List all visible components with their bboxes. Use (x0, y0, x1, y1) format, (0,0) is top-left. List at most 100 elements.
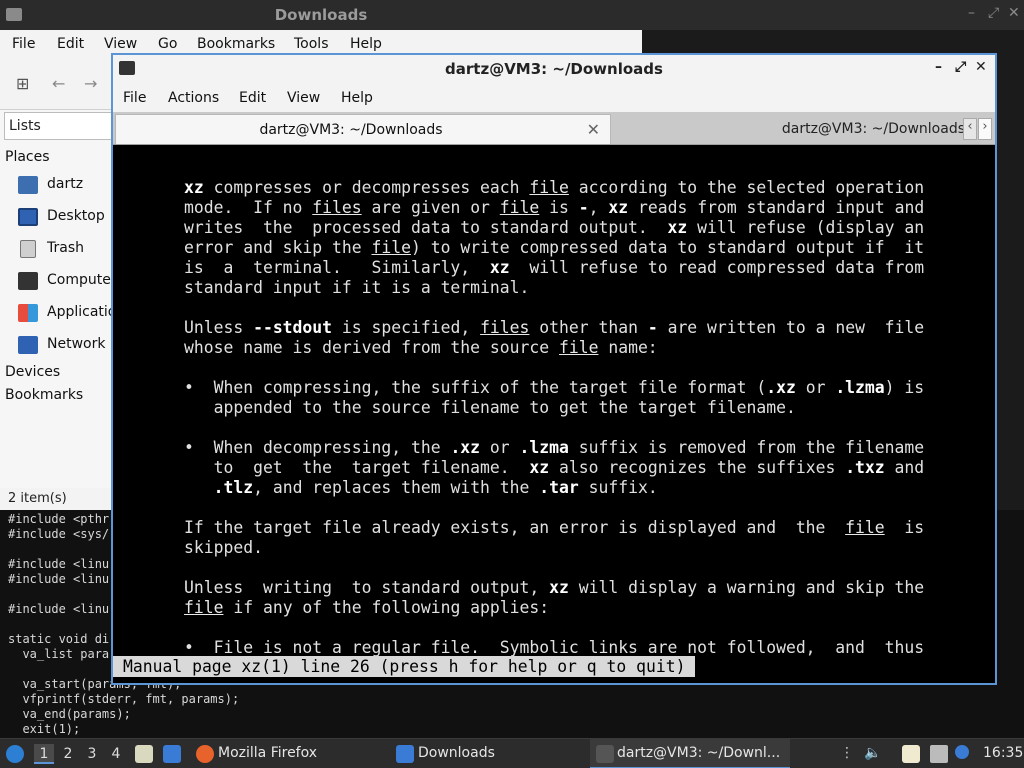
sidebar-item-computer[interactable]: Computer (18, 270, 118, 294)
menu-file[interactable]: File (123, 90, 146, 106)
computer-icon (18, 272, 38, 290)
taskbar: 1 2 3 4 Mozilla Firefox Downloads dartz@… (0, 738, 1024, 768)
man-line: Unless writing to standard output, xz wi… (184, 578, 925, 597)
menu-bookmarks[interactable]: Bookmarks (197, 36, 275, 52)
code-line: va_list para (8, 647, 110, 661)
menu-help[interactable]: Help (341, 90, 373, 106)
man-line: writes the processed data to standard ou… (184, 218, 925, 237)
menu-help[interactable]: Help (350, 36, 382, 52)
man-line: mode. If no files are given or file is -… (184, 198, 925, 217)
close-icon[interactable]: ✕ (1008, 5, 1020, 21)
man-line: error and skip the file) to write compre… (184, 238, 925, 257)
file-manager-title: Downloads (274, 6, 368, 24)
task-label: dartz@VM3: ~/Downl... (617, 745, 781, 761)
man-line: appended to the source filename to get t… (184, 398, 796, 417)
tab-close-icon[interactable]: ✕ (587, 120, 600, 139)
applications-icon (18, 304, 38, 322)
man-line: Unless --stdout is specified, files othe… (184, 318, 925, 337)
clipboard-icon[interactable] (902, 745, 920, 763)
sidebar-item-trash[interactable]: Trash (18, 238, 118, 262)
sidebar-item-label: dartz (47, 176, 84, 192)
task-label: Mozilla Firefox (218, 745, 318, 761)
tab-downloads-1[interactable]: dartz@VM3: ~/Downloads ✕ (115, 114, 611, 144)
code-line: vfprintf(stderr, fmt, params); (8, 692, 240, 706)
ellipsis-menu-icon[interactable]: ⋮ (840, 745, 854, 761)
sidebar-mode-label: Lists (9, 118, 41, 134)
terminal-titlebar[interactable]: dartz@VM3: ~/Downloads – ⤢ ✕ (113, 55, 995, 82)
menu-tools[interactable]: Tools (294, 36, 329, 52)
sidebar-item-label: Network (47, 336, 106, 352)
menu-actions[interactable]: Actions (168, 90, 219, 106)
chevron-left-icon[interactable]: ‹ (963, 118, 977, 140)
network-status-icon[interactable] (930, 745, 948, 763)
close-icon[interactable]: ✕ (975, 59, 987, 75)
file-manager-sidebar: Lists Places dartz Desktop Trash Compute… (0, 110, 133, 510)
file-manager-launcher-icon[interactable] (135, 745, 153, 763)
home-folder-icon (18, 176, 38, 194)
man-line: If the target file already exists, an er… (184, 518, 925, 537)
terminal-title: dartz@VM3: ~/Downloads (445, 60, 663, 78)
places-heading: Places (5, 149, 50, 165)
menu-edit[interactable]: Edit (57, 36, 84, 52)
code-line: #include <pthr (8, 512, 110, 526)
man-line: is a terminal. Similarly, xz will refuse… (184, 258, 925, 277)
desktop-launcher-icon[interactable] (163, 745, 181, 763)
man-line: • File is not a regular file. Symbolic l… (184, 638, 925, 657)
tab-scroll-buttons: ‹ › (963, 114, 993, 142)
network-icon (18, 336, 38, 354)
menu-view[interactable]: View (287, 90, 320, 106)
tab-label: dartz@VM3: ~/Downloads (781, 121, 965, 137)
workspace-2[interactable]: 2 (58, 744, 78, 764)
man-line: xz compresses or decompresses each file … (184, 178, 925, 197)
code-line: va_end(params); (8, 707, 131, 721)
man-line: file if any of the following applies: (184, 598, 550, 617)
task-terminal[interactable]: dartz@VM3: ~/Downl... (590, 739, 790, 768)
man-line: to get the target filename. xz also reco… (184, 458, 925, 477)
file-manager-titlebar[interactable]: Downloads – ⤢ ✕ (0, 0, 1024, 30)
menu-file[interactable]: File (12, 36, 35, 52)
sidebar-item-label: Trash (47, 240, 84, 256)
maximize-icon[interactable]: ⤢ (988, 5, 999, 21)
menu-view[interactable]: View (104, 36, 137, 52)
task-downloads[interactable]: Downloads (392, 739, 582, 768)
man-line: standard input if it is a terminal. (184, 278, 530, 297)
new-tab-icon[interactable]: ⊞ (16, 74, 29, 93)
man-line: skipped. (184, 538, 263, 557)
terminal-tabbar: dartz@VM3: ~/Downloads ✕ dartz@VM3: ~/Do… (113, 112, 995, 145)
workspace-3[interactable]: 3 (82, 744, 102, 764)
sidebar-item-desktop[interactable]: Desktop (18, 206, 118, 230)
bookmarks-heading[interactable]: Bookmarks (5, 387, 83, 403)
sidebar-mode-select[interactable]: Lists (4, 112, 112, 140)
minimize-icon[interactable]: – (968, 5, 975, 21)
sidebar-item-applications[interactable]: Applications (18, 302, 133, 326)
task-label: Downloads (418, 745, 495, 761)
task-firefox[interactable]: Mozilla Firefox (192, 739, 382, 768)
app-menu-icon[interactable] (6, 745, 24, 763)
file-manager-statusbar: 2 item(s) (0, 488, 112, 510)
maximize-icon[interactable]: ⤢ (955, 59, 966, 75)
menu-edit[interactable]: Edit (239, 90, 266, 106)
sidebar-item-dartz[interactable]: dartz (18, 174, 118, 198)
sidebar-item-label: Computer (47, 272, 117, 288)
workspace-1[interactable]: 1 (34, 744, 54, 764)
desktop-icon (18, 208, 38, 226)
workspace-4[interactable]: 4 (106, 744, 126, 764)
volume-icon[interactable]: 🔈 (864, 745, 881, 761)
back-icon[interactable]: ← (52, 74, 65, 93)
chevron-right-icon[interactable]: › (978, 118, 992, 140)
code-line: static void di (8, 632, 110, 646)
man-line: .tlz, and replaces them with the .tar su… (213, 478, 658, 497)
clock[interactable]: 16:35 (983, 745, 1023, 761)
forward-icon[interactable]: → (84, 74, 97, 93)
terminal-output[interactable]: xz compresses or decompresses each file … (113, 146, 995, 683)
devices-heading[interactable]: Devices (5, 364, 60, 380)
terminal-icon (596, 745, 614, 763)
sidebar-item-network[interactable]: Network (18, 334, 118, 358)
firefox-icon (196, 745, 214, 763)
update-notifier-icon[interactable] (955, 745, 969, 759)
tab-label: dartz@VM3: ~/Downloads (259, 122, 443, 138)
folder-icon (396, 745, 414, 763)
minimize-icon[interactable]: – (935, 59, 942, 75)
menu-go[interactable]: Go (158, 36, 177, 52)
tab-downloads-2[interactable]: dartz@VM3: ~/Downloads (613, 114, 965, 144)
